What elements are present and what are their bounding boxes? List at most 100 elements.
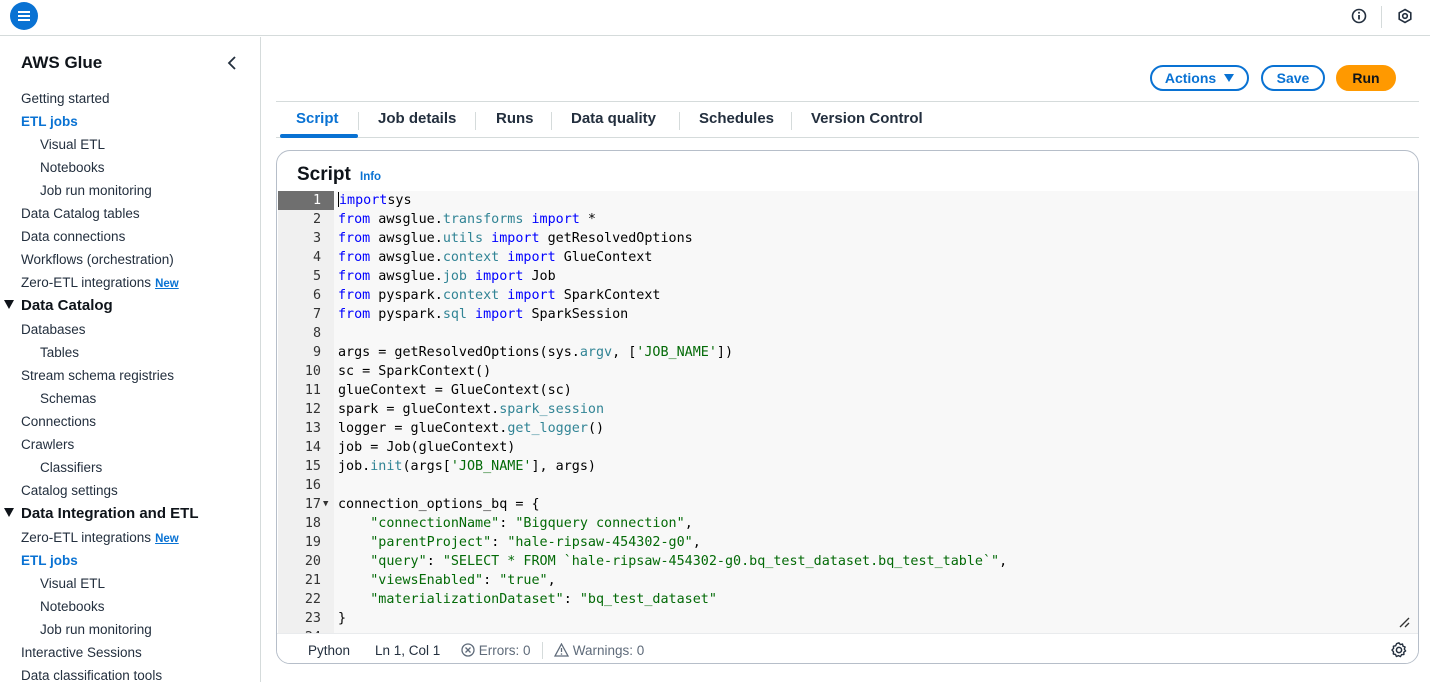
sidebar-item-label: Connections xyxy=(21,414,97,429)
code-token: "materializationDataset" xyxy=(370,592,564,607)
code-token: (args[ xyxy=(402,459,451,474)
code-token: pyspark. xyxy=(370,288,443,303)
code-token: job = Job(glueContext) xyxy=(338,440,516,455)
code-line: 7 from pyspark.sql import SparkSession xyxy=(278,305,1418,324)
code-token: : xyxy=(499,516,516,531)
new-badge[interactable]: New xyxy=(155,533,179,545)
sidebar-item[interactable]: Schemas xyxy=(0,387,260,410)
line-number: 15 xyxy=(304,459,321,474)
hamburger-menu-icon[interactable] xyxy=(10,2,38,30)
sidebar-item[interactable]: Getting started xyxy=(0,87,260,110)
code-token: "bq_test_dataset" xyxy=(579,592,717,607)
line-number: 20 xyxy=(304,554,321,569)
line-number: 16 xyxy=(304,478,321,493)
sidebar-item-label: ETL jobs xyxy=(21,553,78,568)
language-indicator: Python xyxy=(308,643,351,658)
code-line: 10 sc = SparkContext() xyxy=(278,362,1418,381)
code-token: awsglue. xyxy=(370,250,443,265)
collapse-sidebar-icon[interactable] xyxy=(224,54,240,72)
tab-runs[interactable]: Runs xyxy=(496,110,534,127)
notification-settings-icon[interactable] xyxy=(1396,7,1414,25)
sidebar-item[interactable]: Databases xyxy=(0,318,260,341)
line-number: 23 xyxy=(304,611,321,626)
code-token: : xyxy=(426,554,443,569)
sidebar-item[interactable]: Job run monitoring xyxy=(0,618,260,641)
sidebar-item[interactable]: Data classification tools xyxy=(0,664,260,682)
code-token: SparkContext xyxy=(555,288,661,303)
save-button[interactable]: Save xyxy=(1261,65,1325,91)
code-token: getResolvedOptions xyxy=(539,231,693,246)
sidebar-item-label: Crawlers xyxy=(21,437,75,452)
sidebar-item-label: Notebooks xyxy=(40,160,105,175)
errors-indicator[interactable]: Errors: 0 xyxy=(461,643,531,658)
resize-handle-icon[interactable] xyxy=(1398,615,1410,628)
run-button[interactable]: Run xyxy=(1336,65,1396,91)
sidebar-item[interactable]: Notebooks xyxy=(0,595,260,618)
gear-icon[interactable] xyxy=(1390,641,1408,659)
code-token: awsglue. xyxy=(370,231,443,246)
line-number: 9 xyxy=(312,345,321,360)
sidebar-section-header[interactable]: Data Integration and ETL xyxy=(0,502,260,526)
warnings-indicator[interactable]: Warnings: 0 xyxy=(553,642,644,658)
info-icon[interactable] xyxy=(1350,7,1368,25)
code-token: "query" xyxy=(370,554,427,569)
tab-script[interactable]: Script xyxy=(296,110,339,127)
sidebar-item[interactable]: Data Catalog tables xyxy=(0,202,260,225)
code-line: 15 job.init(args['JOB_NAME'], args) xyxy=(278,457,1418,476)
code-line: 4 from awsglue.context import GlueContext xyxy=(278,248,1418,267)
sidebar-item[interactable]: ETL jobs xyxy=(0,110,260,133)
sidebar-item[interactable]: Connections xyxy=(0,410,260,433)
sidebar-item[interactable]: Notebooks xyxy=(0,156,260,179)
code-token: spark = glueContext. xyxy=(338,402,500,417)
code-text: "connectionName": "Bigquery connection", xyxy=(338,514,693,533)
sidebar-item[interactable]: Zero-ETL integrations New xyxy=(0,526,260,549)
new-badge[interactable]: New xyxy=(155,278,179,290)
info-link[interactable]: Info xyxy=(360,171,381,183)
code-editor[interactable]: 1 importsys 2 from awsglue.transforms impor… xyxy=(278,191,1418,633)
sidebar-item[interactable]: Interactive Sessions xyxy=(0,641,260,664)
sidebar-item[interactable]: Data connections xyxy=(0,225,260,248)
sidebar-item[interactable]: Stream schema registries xyxy=(0,364,260,387)
code-token: GlueContext xyxy=(555,250,653,265)
sidebar-item[interactable]: Crawlers xyxy=(0,433,260,456)
sidebar-item[interactable]: Visual ETL xyxy=(0,133,260,156)
code-token: awsglue. xyxy=(370,212,443,227)
code-token: "viewsEnabled" xyxy=(370,573,484,588)
sidebar-item[interactable]: Zero-ETL integrations New xyxy=(0,271,260,294)
code-line: 11 glueContext = GlueContext(sc) xyxy=(278,381,1418,400)
fold-arrow-icon[interactable]: ▼ xyxy=(323,495,328,514)
sidebar-item[interactable]: Visual ETL xyxy=(0,572,260,595)
sidebar-item[interactable]: Classifiers xyxy=(0,456,260,479)
caret-down-icon[interactable] xyxy=(4,508,14,517)
sidebar-item[interactable]: Tables xyxy=(0,341,260,364)
tab-job-details[interactable]: Job details xyxy=(378,110,456,127)
active-tab-indicator xyxy=(280,134,358,138)
code-line: 21 "viewsEnabled": "true", xyxy=(278,571,1418,590)
code-token: : xyxy=(483,573,500,588)
line-number: 18 xyxy=(304,516,321,531)
code-token: Job xyxy=(523,269,556,284)
sidebar-section-header[interactable]: Data Catalog xyxy=(0,294,260,318)
code-text: spark = glueContext.spark_session xyxy=(338,400,604,419)
caret-down-icon[interactable] xyxy=(4,300,14,309)
sidebar-item-label: Zero-ETL integrations xyxy=(21,530,152,545)
code-token: sql xyxy=(442,307,467,322)
code-token: "Bigquery connection" xyxy=(515,516,685,531)
line-number: 13 xyxy=(304,421,321,436)
sidebar-item[interactable]: Workflows (orchestration) xyxy=(0,248,260,271)
code-line: 6 from pyspark.context import SparkContex… xyxy=(278,286,1418,305)
code-token: import xyxy=(483,231,540,246)
code-token: from xyxy=(338,250,371,265)
sidebar-item[interactable]: Catalog settings xyxy=(0,479,260,502)
code-token: : xyxy=(491,535,508,550)
actions-button[interactable]: Actions xyxy=(1150,65,1249,91)
sidebar-item[interactable]: ETL jobs xyxy=(0,549,260,572)
code-line: 3 from awsglue.utils import getResolvedOp… xyxy=(278,229,1418,248)
code-line: 1 importsys xyxy=(278,191,1418,210)
tab-data-quality[interactable]: Data quality xyxy=(571,110,656,127)
sidebar-item[interactable]: Job run monitoring xyxy=(0,179,260,202)
tab-version-control[interactable]: Version Control xyxy=(811,110,923,127)
code-line: 22 "materializationDataset": "bq_test_da… xyxy=(278,590,1418,609)
tab-schedules[interactable]: Schedules xyxy=(699,110,774,127)
code-line: 18 "connectionName": "Bigquery connectio… xyxy=(278,514,1418,533)
